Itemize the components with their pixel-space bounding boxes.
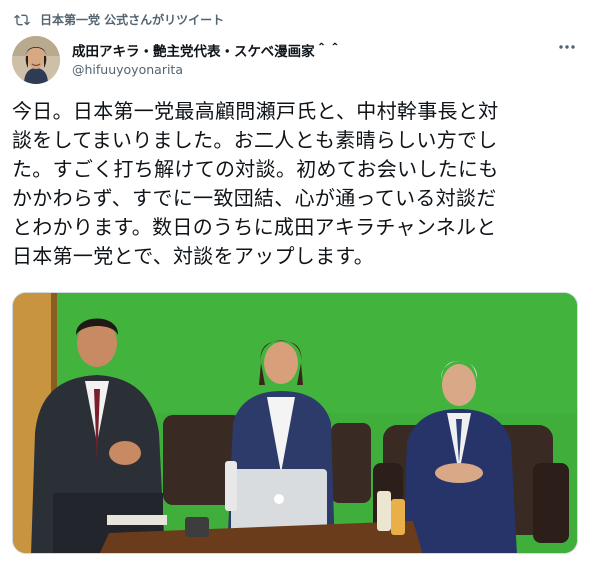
tweet-text: 今日。日本第一党最高顧問瀬戸氏と、中村幹事長と対 談をしてまいりました。お二人と…: [12, 99, 499, 268]
author-handle[interactable]: @hifuuyoyonarita: [72, 62, 183, 77]
tweet-card: 日本第一党 公式さんがリツイート 成田アキラ・艶主党代表・スケベ漫画家＾＾ @h…: [0, 0, 594, 567]
retweet-context[interactable]: 日本第一党 公式さんがリツイート: [14, 11, 224, 28]
avatar[interactable]: [12, 36, 60, 84]
tweet-photo[interactable]: [12, 292, 578, 554]
author-display-name[interactable]: 成田アキラ・艶主党代表・スケベ漫画家＾＾: [72, 40, 342, 60]
retweet-label: 日本第一党 公式さんがリツイート: [40, 13, 225, 27]
more-horizontal-icon: [558, 44, 576, 50]
retweet-icon: [14, 12, 30, 28]
more-button[interactable]: [554, 36, 580, 58]
